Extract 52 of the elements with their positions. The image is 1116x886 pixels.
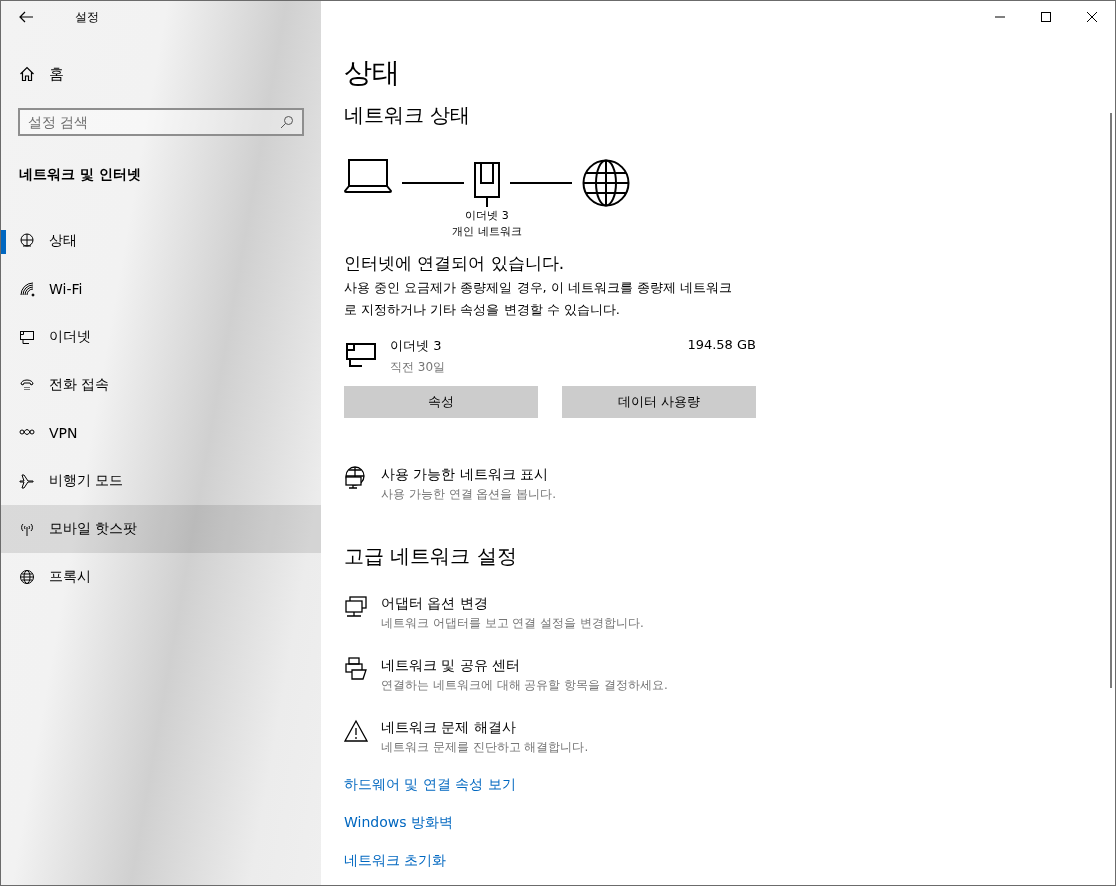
item-subtitle: 연결하는 네트워크에 대해 공유할 항목을 결정하세요. — [381, 677, 668, 694]
nav-item[interactable]: 상태 — [1, 217, 321, 265]
ethernet-icon — [344, 341, 376, 367]
action-button[interactable]: 데이터 사용량 — [562, 386, 756, 418]
item-subtitle: 네트워크 어댑터를 보고 연결 설정을 변경합니다. — [381, 615, 644, 632]
nav-item[interactable]: 이더넷 — [1, 313, 321, 361]
search-icon — [280, 115, 294, 129]
nav-item[interactable]: 모바일 핫스팟 — [1, 505, 321, 553]
profile-label: 개인 네트워크 — [452, 224, 522, 240]
connection-status: 인터넷에 연결되어 있습니다. — [344, 252, 566, 275]
item-subtitle: 네트워크 문제를 진단하고 해결합니다. — [381, 739, 589, 756]
wifi-icon — [19, 281, 35, 297]
adapter-label: 이더넷 3 — [465, 208, 509, 224]
printer-icon — [344, 657, 368, 681]
nav-item[interactable]: 프록시 — [1, 553, 321, 601]
data-usage: 194.58 GB — [687, 337, 756, 352]
status-description: 사용 중인 요금제가 종량제일 경우, 이 네트워크를 종량제 네트워크로 지정하거나 기타 속성을 변경할 수 있습니다. — [344, 279, 734, 319]
globe-icon — [19, 569, 35, 585]
action-button[interactable]: 속성 — [344, 386, 538, 418]
back-icon[interactable] — [19, 11, 33, 23]
item-subtitle: 사용 가능한 연결 옵션을 봅니다. — [381, 486, 557, 503]
item-title[interactable]: 사용 가능한 네트워크 표시 — [381, 466, 557, 484]
settings-link[interactable]: Windows 방화벽 — [344, 814, 453, 832]
settings-link[interactable]: 하드웨어 및 연결 속성 보기 — [344, 776, 516, 794]
globe-monitor-icon — [344, 466, 368, 490]
nav-item[interactable]: 비행기 모드 — [1, 457, 321, 505]
airplane-icon — [19, 473, 35, 489]
phone-icon — [19, 377, 35, 393]
connection-name: 이더넷 3 — [390, 337, 443, 355]
item-title[interactable]: 네트워크 및 공유 센터 — [381, 657, 668, 675]
monitor-icon — [344, 595, 368, 619]
nav-item[interactable]: Wi-Fi — [1, 265, 321, 313]
nav-item[interactable]: VPN — [1, 409, 321, 457]
section-title: 네트워크 상태 — [344, 102, 472, 129]
nav-item[interactable]: 전화 접속 — [1, 361, 321, 409]
section-title: 고급 네트워크 설정 — [344, 543, 518, 570]
settings-link[interactable]: 네트워크 초기화 — [344, 852, 447, 870]
section-heading: 네트워크 및 인터넷 — [18, 166, 142, 184]
laptop-icon — [344, 159, 392, 193]
usage-period: 직전 30일 — [390, 359, 447, 376]
window-title: 설정 — [75, 8, 99, 26]
search-field[interactable]: 설정 검색 — [18, 108, 304, 136]
ethernet-port-icon — [474, 162, 500, 208]
home-icon — [19, 66, 35, 82]
warning-icon — [344, 719, 368, 743]
ethernet-icon — [19, 329, 35, 345]
hotspot-icon — [19, 521, 35, 537]
home-link[interactable]: 홈 — [1, 62, 321, 86]
item-title[interactable]: 네트워크 문제 해결사 — [381, 719, 589, 737]
item-title[interactable]: 어댑터 옵션 변경 — [381, 595, 644, 613]
globe-icon — [582, 159, 630, 207]
page-title: 상태 — [344, 55, 401, 91]
